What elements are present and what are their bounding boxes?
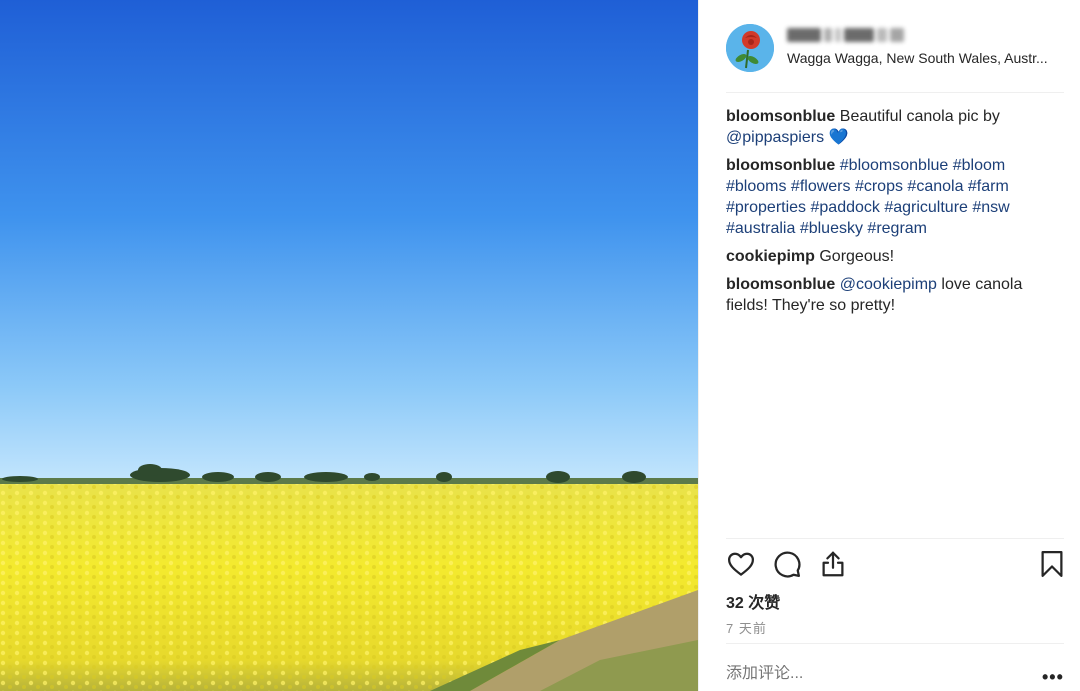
header-divider <box>726 92 1064 93</box>
username-blurred[interactable] <box>787 26 904 44</box>
comment-text: Gorgeous! <box>814 248 895 265</box>
heart-icon[interactable] <box>726 549 758 581</box>
comment-username[interactable]: bloomsonblue <box>726 157 835 174</box>
comment-username[interactable]: bloomsonblue <box>726 276 835 293</box>
post-actions <box>726 549 1066 583</box>
post-timestamp[interactable]: 7 天前 <box>726 618 767 637</box>
list-item: bloomsonblue @cookiepimp love canola fie… <box>726 274 1066 316</box>
comment-text: Beautiful canola pic by <box>835 108 1000 125</box>
add-comment-input[interactable] <box>726 665 1026 683</box>
actions-divider <box>726 538 1064 539</box>
comment-mention[interactable]: @pippaspiers <box>726 129 824 146</box>
avatar[interactable] <box>726 24 774 72</box>
comment-divider <box>726 643 1064 644</box>
post-photo[interactable] <box>0 0 698 691</box>
like-count[interactable]: 32 次赞 <box>726 589 780 613</box>
post-location[interactable]: Wagga Wagga, New South Wales, Austr... <box>787 50 1067 66</box>
comment-mention[interactable]: @cookiepimp <box>840 276 937 293</box>
canola-field-image <box>0 0 698 691</box>
list-item: cookiepimp Gorgeous! <box>726 246 1066 267</box>
comment-username[interactable]: cookiepimp <box>726 248 815 265</box>
hashtag-comment: bloomsonblue #bloomsonblue #bloom #bloom… <box>726 155 1066 239</box>
rose-icon <box>726 24 774 72</box>
bookmark-icon[interactable] <box>1037 549 1069 581</box>
more-options-icon[interactable]: ••• <box>1042 667 1064 688</box>
blue-heart-icon: 💙 <box>824 129 849 146</box>
comment-icon[interactable] <box>772 549 804 581</box>
comment-username[interactable]: bloomsonblue <box>726 108 835 125</box>
post-header: Wagga Wagga, New South Wales, Austr... <box>699 0 1080 92</box>
comment-list: bloomsonblue Beautiful canola pic by @pi… <box>726 106 1066 323</box>
caption-comment: bloomsonblue Beautiful canola pic by @pi… <box>726 106 1066 148</box>
post-details-panel: Wagga Wagga, New South Wales, Austr... b… <box>698 0 1080 691</box>
share-icon[interactable] <box>818 549 850 581</box>
